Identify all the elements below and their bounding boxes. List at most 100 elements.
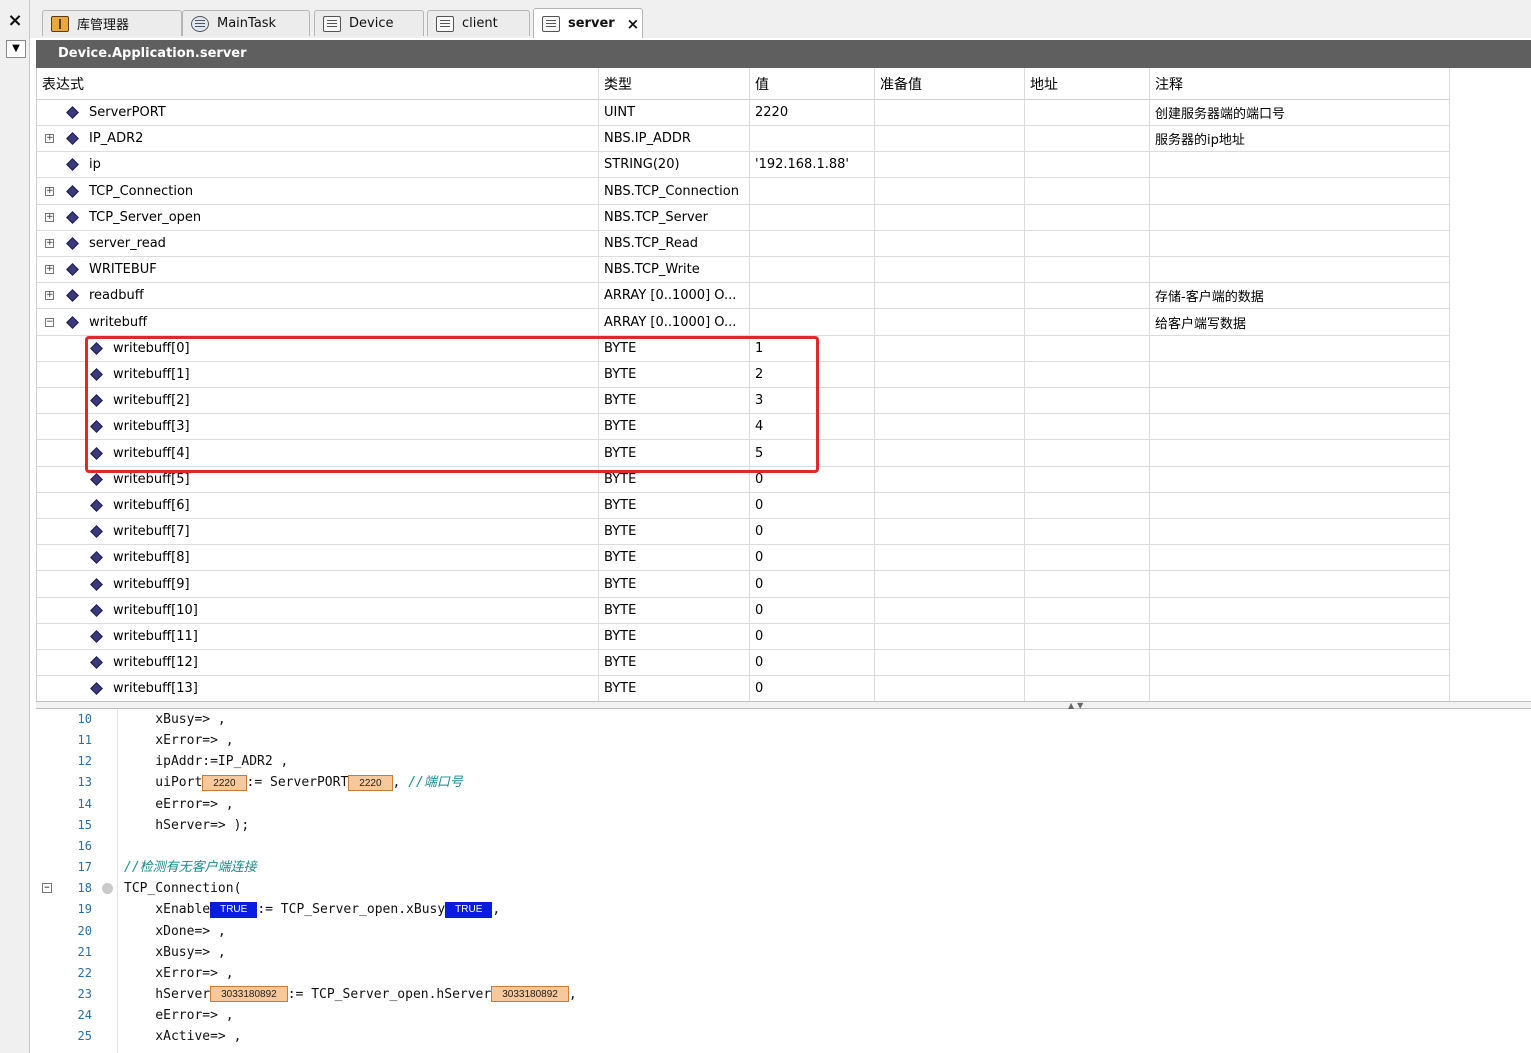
table-row[interactable]: + WRITEBUF NBS.TCP_Write: [37, 257, 1449, 284]
table-row[interactable]: writebuff[10] BYTE 0: [37, 598, 1449, 624]
table-row[interactable]: + TCP_Connection NBS.TCP_Connection: [37, 179, 1449, 205]
table-row[interactable]: + readbuff ARRAY [0..1000] O... 存储-客户端的数据: [37, 283, 1449, 310]
expand-icon[interactable]: +: [45, 239, 54, 248]
code-token: eError=> ,: [124, 1008, 234, 1024]
breakpoint-marker-icon[interactable]: [102, 883, 113, 895]
close-tab-icon[interactable]: ×: [627, 15, 640, 33]
expand-icon[interactable]: +: [45, 212, 54, 222]
cell-text: writebuff[1]: [113, 367, 190, 382]
code-line[interactable]: 10 xBusy=> ,: [36, 709, 1531, 730]
cell-prepared: [875, 467, 1024, 492]
cell-text: BYTE: [604, 471, 637, 487]
cell-type: BYTE: [599, 467, 749, 492]
cell-address: [1025, 126, 1149, 151]
table-row[interactable]: ip STRING(20) '192.168.1.88': [37, 152, 1449, 179]
variable-icon: [66, 263, 79, 277]
code-line[interactable]: − 18 TCP_Connection(: [36, 878, 1531, 899]
column-header-prepared-value[interactable]: 准备值: [875, 68, 1024, 99]
table-row[interactable]: writebuff[13] BYTE 0: [37, 676, 1449, 701]
column-header-comment[interactable]: 注释: [1150, 68, 1448, 99]
code-line[interactable]: 14 eError=> ,: [36, 794, 1531, 815]
table-row[interactable]: writebuff[8] BYTE 0: [37, 545, 1449, 572]
code-line[interactable]: 11 xError=> ,: [36, 730, 1531, 751]
variable-icon: [66, 106, 79, 119]
line-number: 19: [77, 902, 92, 917]
variable-icon: [90, 656, 103, 670]
table-row[interactable]: ServerPORT UINT 2220 创建服务器端的端口号: [37, 100, 1449, 126]
expand-icon[interactable]: +: [45, 134, 54, 144]
table-row[interactable]: + server_read NBS.TCP_Read: [37, 231, 1449, 257]
expand-icon[interactable]: +: [45, 186, 54, 196]
code-line[interactable]: 22 xError=> ,: [36, 963, 1531, 984]
column-header-value[interactable]: 值: [750, 68, 874, 99]
code-line[interactable]: 16: [36, 836, 1531, 857]
table-row[interactable]: + IP_ADR2 NBS.IP_ADDR 服务器的ip地址: [37, 126, 1449, 153]
table-row[interactable]: writebuff[7] BYTE 0: [37, 519, 1449, 546]
column-divider: [1449, 68, 1450, 701]
table-row[interactable]: writebuff[2] BYTE 3: [37, 388, 1449, 415]
expand-icon[interactable]: +: [45, 291, 54, 301]
inline-value-badge[interactable]: TRUE: [210, 901, 258, 918]
cell-address: [1025, 336, 1149, 361]
code-line[interactable]: 25 xActive=> ,: [36, 1026, 1531, 1047]
tab-server[interactable]: server ×: [533, 8, 643, 38]
code-line[interactable]: 19 xEnable TRUE:= TCP_Server_open.xBusy TR…: [36, 899, 1531, 920]
code-line[interactable]: 13 uiPort 2220:= ServerPORT 2220, //端口号: [36, 772, 1531, 793]
expand-icon[interactable]: +: [45, 265, 54, 275]
table-row[interactable]: writebuff[4] BYTE 5: [37, 441, 1449, 467]
table-row[interactable]: writebuff[9] BYTE 0: [37, 572, 1449, 598]
code-line[interactable]: 24 eError=> ,: [36, 1005, 1531, 1026]
cell-value: [750, 283, 874, 308]
code-line[interactable]: 15 hServer=> );: [36, 815, 1531, 836]
editor-tab-bar: 库管理器 MainTask Device client server ×: [30, 0, 1531, 38]
cell-text: BYTE: [604, 445, 637, 461]
tab-library-manager[interactable]: 库管理器: [42, 10, 182, 36]
inline-value-badge[interactable]: TRUE: [445, 901, 493, 918]
table-row[interactable]: + TCP_Server_open NBS.TCP_Server: [37, 205, 1449, 231]
column-header-type[interactable]: 类型: [599, 68, 749, 99]
close-icon[interactable]: ×: [4, 10, 26, 32]
cell-text: 0: [755, 681, 764, 697]
inline-value-badge[interactable]: 3033180892: [491, 986, 569, 1003]
table-row[interactable]: writebuff[12] BYTE 0: [37, 650, 1449, 677]
collapse-icon[interactable]: −: [45, 317, 54, 327]
inline-value-badge[interactable]: 3033180892: [210, 986, 288, 1003]
table-row[interactable]: writebuff[11] BYTE 0: [37, 624, 1449, 650]
code-editor[interactable]: 10 xBusy=> , 11 xError=> , 12 ipAddr:=IP_A…: [36, 709, 1531, 1053]
table-row[interactable]: writebuff[6] BYTE 0: [37, 493, 1449, 519]
chevron-down-icon[interactable]: ▼: [6, 40, 26, 58]
tab-client[interactable]: client: [427, 10, 530, 36]
table-row[interactable]: writebuff[3] BYTE 4: [37, 414, 1449, 441]
tab-label: Device: [349, 16, 394, 31]
column-header-expression[interactable]: 表达式: [37, 68, 597, 99]
cell-value: 0: [750, 676, 874, 701]
cell-text: ARRAY [0..1000] O...: [604, 314, 737, 330]
table-row[interactable]: writebuff[1] BYTE 2: [37, 362, 1449, 388]
code-line[interactable]: 20 xDone=> ,: [36, 921, 1531, 942]
code-line[interactable]: 17 //检测有无客户端连接: [36, 857, 1531, 878]
tab-label: MainTask: [217, 16, 277, 31]
code-line[interactable]: 21 xBusy=> ,: [36, 942, 1531, 963]
tab-label: server: [568, 16, 615, 31]
cell-type: BYTE: [599, 650, 749, 675]
cell-address: [1025, 519, 1149, 544]
table-row[interactable]: writebuff[5] BYTE 0: [37, 467, 1449, 493]
collapse-icon[interactable]: −: [42, 883, 52, 894]
variable-icon: [90, 472, 103, 486]
watch-table: 表达式 类型 值 准备值 地址 注释 ServerPORT UINT 2220 创建服…: [36, 68, 1531, 701]
column-header-address[interactable]: 地址: [1025, 68, 1149, 99]
line-number: 13: [77, 775, 92, 790]
tab-maintask[interactable]: MainTask: [182, 10, 310, 36]
code-line[interactable]: 23 hServer 3033180892:= TCP_Server_open.h…: [36, 984, 1531, 1005]
cell-type: BYTE: [599, 624, 749, 649]
inline-value-badge[interactable]: 2220: [202, 774, 247, 791]
cell-value: [750, 126, 874, 151]
cell-comment: [1150, 467, 1448, 492]
inline-value-badge[interactable]: 2220: [348, 774, 393, 791]
code-line[interactable]: 12 ipAddr:=IP_ADR2 ,: [36, 751, 1531, 772]
tab-device[interactable]: Device: [314, 10, 424, 36]
pane-splitter[interactable]: ▲▼: [36, 701, 1531, 710]
cell-type: BYTE: [599, 519, 749, 544]
table-row[interactable]: writebuff[0] BYTE 1: [37, 336, 1449, 362]
table-row[interactable]: − writebuff ARRAY [0..1000] O... 给客户端写数据: [37, 310, 1449, 336]
